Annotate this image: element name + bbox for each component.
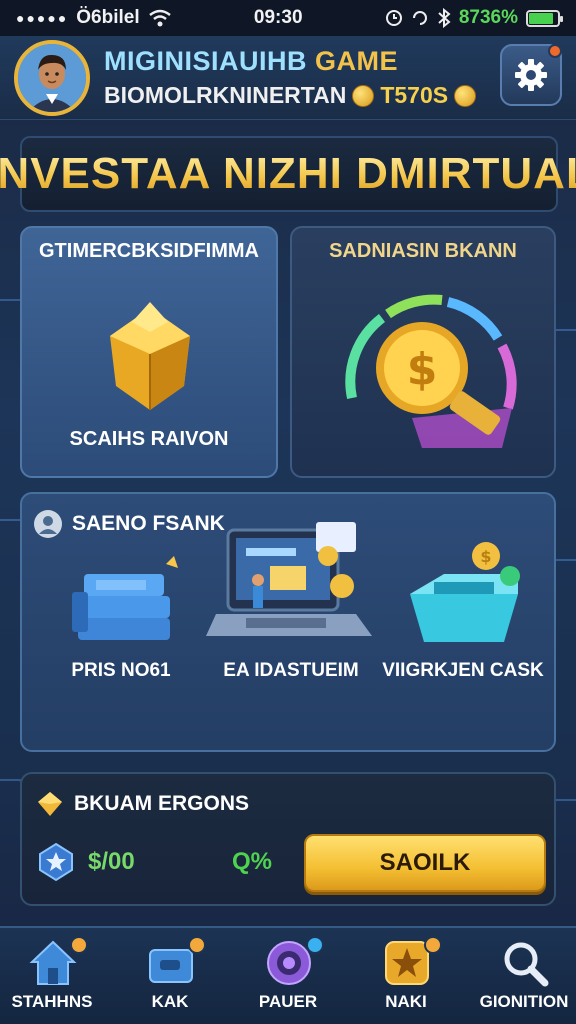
avatar[interactable] xyxy=(14,40,90,116)
person-icon xyxy=(18,44,86,112)
service-label: EA IDASTUEIM xyxy=(223,660,359,681)
game-title-part1: MIGINISIAUIHB xyxy=(104,46,308,76)
service-item-laptop[interactable]: EA IDASTUEIM xyxy=(206,522,376,734)
card-gold-coin[interactable]: SADNIASIN BKANN $ xyxy=(290,226,556,478)
settings-button[interactable] xyxy=(500,44,562,106)
bonus-heading: BKUAM ERGONS xyxy=(74,792,250,815)
svg-text:$: $ xyxy=(407,344,438,395)
nav-label: GIONITION xyxy=(479,992,569,1011)
svg-text:$: $ xyxy=(480,547,491,566)
nav-badge xyxy=(306,936,324,954)
cash-box-icon: $ xyxy=(410,542,520,642)
nav-item-home[interactable]: STAHHNS xyxy=(0,928,104,1024)
nav-item-star[interactable]: NAKI xyxy=(354,928,458,1024)
wifi-icon xyxy=(148,9,171,27)
card-mystery-box[interactable]: GTIMERCBKSIDFIMMA SCAIHS RAIVON xyxy=(20,226,278,478)
player-name: BIOMOLRKNINERTAN xyxy=(104,82,347,108)
gear-icon xyxy=(515,59,547,91)
service-label: VIIGRKJEN CASK xyxy=(382,660,544,681)
bonus-rate: Q% xyxy=(232,848,273,875)
battery-level xyxy=(528,12,554,24)
card-title: GTIMERCBKSIDFIMMA xyxy=(39,240,259,262)
notification-dot xyxy=(548,44,562,58)
coin-icon xyxy=(454,84,477,107)
money-stack-icon xyxy=(72,556,178,640)
clock: 09:30 xyxy=(253,7,303,28)
nav-item-wallet[interactable]: KAK xyxy=(118,928,222,1024)
nav-item-target[interactable]: PAUER xyxy=(236,928,340,1024)
nav-label: PAUER xyxy=(258,992,318,1011)
hero-banner: INVESTAA NIZHI DMIRTUAL xyxy=(0,136,576,212)
nav-item-search[interactable]: GIONITION xyxy=(472,928,576,1024)
gold-coin-icon: $ xyxy=(345,294,517,448)
nav-badge xyxy=(188,936,206,954)
service-item-money[interactable]: PRIS NO61 xyxy=(36,534,206,734)
gold-box-icon xyxy=(110,302,190,410)
carrier-name: Ö6bilel xyxy=(76,7,140,28)
nav-label: STAHHNS xyxy=(11,992,93,1011)
bonus-panel: BKUAM ERGONS $/00 Q% SAOILK xyxy=(20,772,556,906)
banner-title: INVESTAA NIZHI DMIRTUAL xyxy=(0,149,576,199)
search-icon xyxy=(504,942,549,987)
game-title: MIGINISIAUIHB GAME xyxy=(104,46,398,77)
services-panel: SAENO FSANK PRIS NO61 EA IDASTUEIM $ VII… xyxy=(20,492,556,752)
nav-badge xyxy=(70,936,88,954)
game-title-part2: GAME xyxy=(315,46,399,76)
bonus-amount-group: $/00 xyxy=(36,842,135,882)
signal-dots-icon: ●●●●● xyxy=(16,10,69,26)
nav-label: NAKI xyxy=(385,992,427,1011)
alarm-icon xyxy=(385,10,402,26)
header: MIGINISIAUIHB GAME BIOMOLRKNINERTAN T570… xyxy=(0,36,576,120)
nav-badge xyxy=(424,936,442,954)
points-value: T570S xyxy=(380,82,449,108)
sync-icon xyxy=(412,11,427,25)
card-title: SADNIASIN BKANN xyxy=(329,240,517,262)
services-heading: SAENO FSANK xyxy=(72,512,225,535)
claim-button[interactable]: SAOILK xyxy=(304,834,546,892)
coin-icon xyxy=(352,84,375,107)
status-bar: ●●●●● Ö6bilel 09:30 8736% xyxy=(0,0,576,36)
bottom-nav: STAHHNS KAK PAUER NAKI GIONITION xyxy=(0,926,576,1024)
service-item-cash-box[interactable]: $ VIIGRKJEN CASK xyxy=(378,534,548,734)
gold-gem-icon xyxy=(38,792,62,816)
player-subtitle: BIOMOLRKNINERTAN T570S xyxy=(104,82,477,109)
nav-label: KAK xyxy=(151,992,189,1011)
card-label: SCAIHS RAIVON xyxy=(69,428,229,450)
star-badge-icon xyxy=(39,842,73,882)
service-label: PRIS NO61 xyxy=(71,660,171,681)
bluetooth-icon xyxy=(438,8,451,28)
laptop-icon xyxy=(206,522,372,636)
battery-icon xyxy=(525,9,563,27)
bonus-header: BKUAM ERGONS xyxy=(36,790,249,818)
bonus-amount: $/00 xyxy=(88,848,135,875)
battery-percent: 8736% xyxy=(458,7,518,28)
